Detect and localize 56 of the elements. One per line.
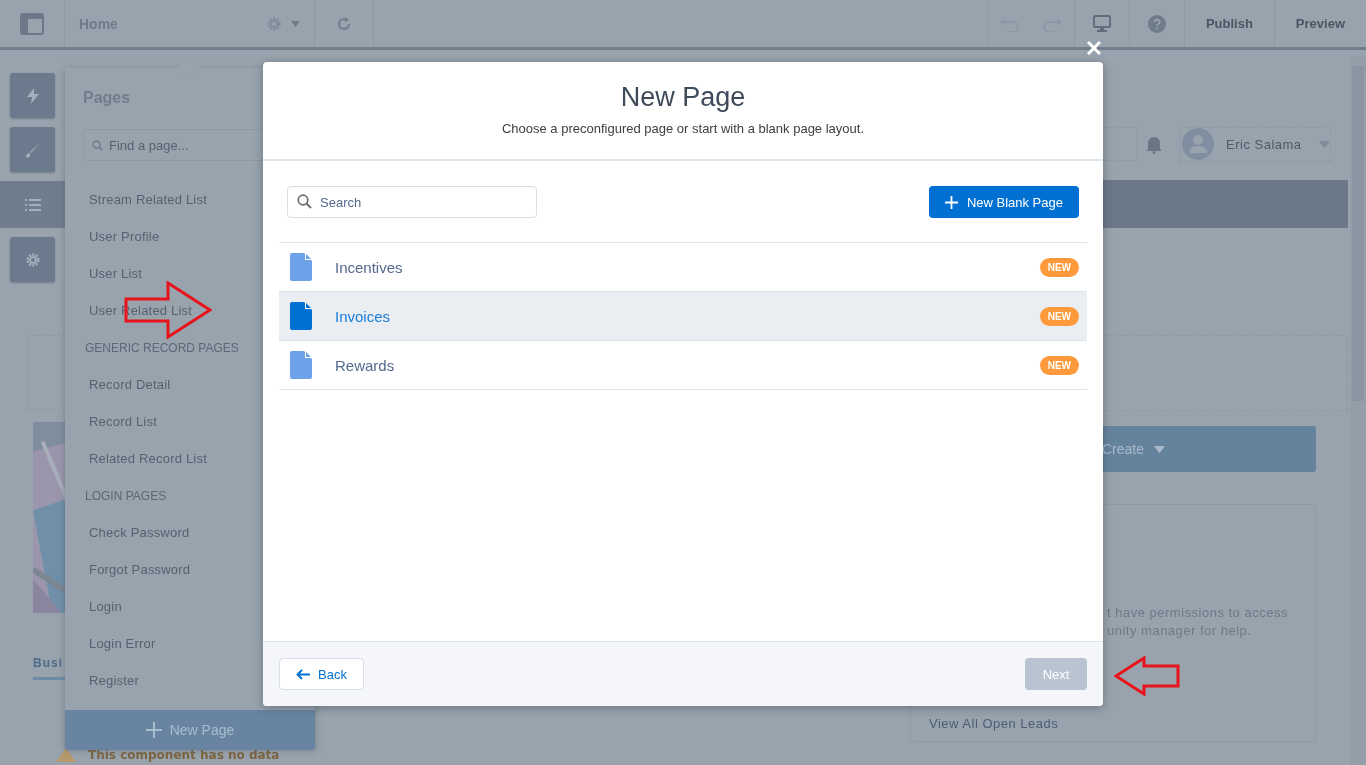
search-icon xyxy=(92,140,103,151)
page-item[interactable]: Related Record List xyxy=(89,451,207,488)
pointer-arrow xyxy=(1114,656,1180,696)
page-item[interactable]: Login xyxy=(89,599,122,636)
plus-icon xyxy=(145,722,162,738)
bell-icon[interactable] xyxy=(1145,134,1163,154)
toolbar-button[interactable]: Publish xyxy=(1205,16,1253,31)
page-item[interactable]: Login Error xyxy=(89,636,156,673)
avatar-icon[interactable] xyxy=(1182,128,1214,160)
arrow-left-icon xyxy=(296,668,310,680)
section-header: GENERIC RECORD PAGES xyxy=(85,340,239,357)
rail-button[interactable] xyxy=(10,237,55,282)
page-item[interactable]: User Profile xyxy=(89,229,160,266)
document-icon xyxy=(290,302,312,330)
document-icon xyxy=(290,351,312,379)
caret-icon[interactable] xyxy=(1319,140,1330,148)
help-icon[interactable] xyxy=(1147,14,1166,33)
settings-icon[interactable] xyxy=(265,14,283,33)
rail-button[interactable] xyxy=(10,127,55,172)
back-button[interactable]: Back xyxy=(279,658,364,690)
view-all-link[interactable]: View All Open Leads xyxy=(929,716,1315,731)
rail-button[interactable] xyxy=(0,181,65,228)
toolbar-button[interactable]: Preview xyxy=(1295,16,1345,31)
page-item[interactable]: User List xyxy=(89,266,143,303)
warning-icon xyxy=(56,748,76,762)
page-item[interactable]: Check Password xyxy=(89,525,190,562)
template-row[interactable]: Invoices NEW xyxy=(279,292,1087,341)
template-row[interactable]: Rewards NEW xyxy=(279,341,1087,390)
section-header: LOGIN PAGES xyxy=(85,488,167,505)
new-badge: NEW xyxy=(1039,306,1079,326)
tab-label[interactable]: Busi xyxy=(33,656,63,671)
bolt-icon xyxy=(26,87,39,104)
rail-button[interactable] xyxy=(10,73,55,118)
page-item[interactable]: Register xyxy=(89,673,139,710)
new-blank-page-button[interactable]: New Blank Page xyxy=(928,186,1079,218)
list-icon xyxy=(25,198,41,211)
document-icon xyxy=(290,253,312,281)
caret-icon[interactable] xyxy=(291,20,300,27)
caret-icon xyxy=(1154,445,1166,453)
layout-icon[interactable] xyxy=(20,12,44,35)
plus-icon xyxy=(944,195,958,209)
monitor-icon[interactable] xyxy=(1092,14,1111,33)
new-page-button[interactable]: New Page xyxy=(65,710,315,750)
modal-title: New Page xyxy=(620,82,746,113)
new-badge: NEW xyxy=(1039,355,1079,375)
brush-icon xyxy=(24,141,41,158)
modal-subtitle: Choose a preconfigured page or start with a blank page layout. xyxy=(501,121,865,136)
notice-text: This component has no data xyxy=(88,749,280,762)
refresh-icon[interactable] xyxy=(336,15,352,32)
page-item[interactable]: Record Detail xyxy=(89,377,171,414)
page-item[interactable]: Forgot Password xyxy=(89,562,191,599)
page-item[interactable]: Stream Related List xyxy=(89,192,207,229)
settings-icon xyxy=(24,251,41,268)
close-icon[interactable] xyxy=(1087,41,1101,55)
page-item[interactable]: Record List xyxy=(89,414,157,451)
new-badge: NEW xyxy=(1039,257,1079,277)
